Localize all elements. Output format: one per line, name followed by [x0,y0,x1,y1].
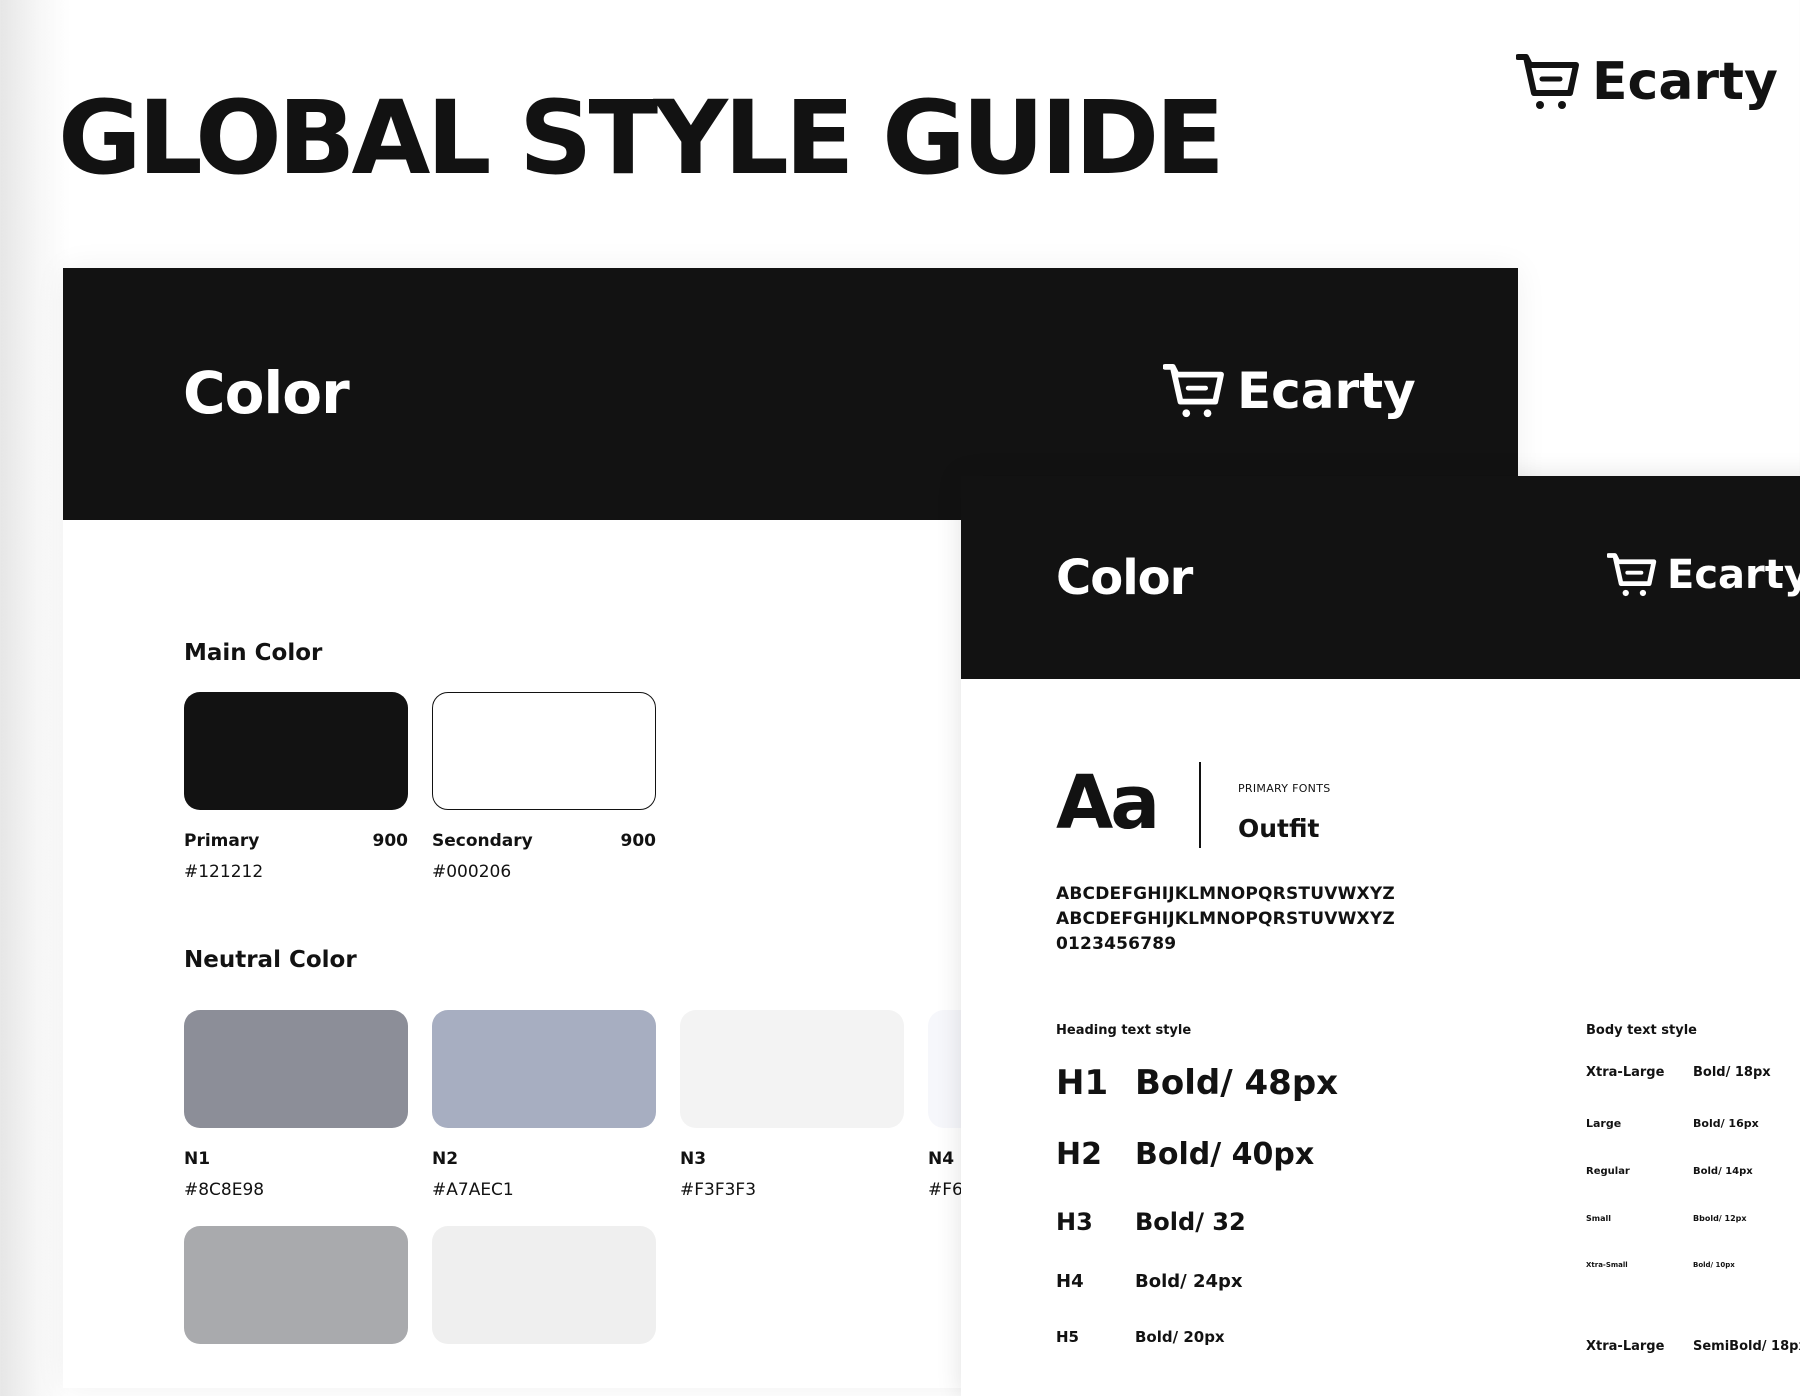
body-style-size: Large [1586,1117,1622,1130]
swatch-secondary-weight: 900 [620,831,657,851]
body-style-size: Small [1586,1214,1611,1223]
swatch-primary-label: Primary [184,831,260,851]
swatch-primary [184,692,408,810]
alphabet-lowercase: ABCDEFGHIJKLMNOPQRSTUVWXYZ [1056,909,1395,929]
font-divider [1199,762,1201,848]
brand-name: Ecarty [1237,362,1416,420]
typography-card: Color Ecarty Aa PRIMARY FONTS Outfit ABC… [961,476,1800,1396]
heading-style-tag: H3 [1056,1208,1093,1236]
primary-font-name: Outfit [1238,814,1320,843]
brand-name: Ecarty [1667,552,1800,598]
typography-card-title: Color [1056,550,1193,606]
swatch-primary-weight: 900 [372,831,409,851]
main-color-heading: Main Color [184,640,323,666]
swatch-n1 [184,1010,408,1128]
typography-card-brand: Ecarty [1607,552,1800,598]
color-card-title: Color [183,359,350,427]
heading-style-tag: H4 [1056,1271,1084,1292]
body-style-desc: Bold/ 16px [1693,1117,1759,1130]
typography-card-header: Color Ecarty [961,476,1800,679]
swatch-n2-label: N2 [432,1149,459,1169]
swatch-n3 [680,1010,904,1128]
swatch-extra-1 [184,1226,408,1344]
swatch-n4-hex: #F6 [928,1180,963,1200]
body-style-size: Xtra-Large [1586,1065,1665,1080]
body-style-size: Regular [1586,1166,1630,1177]
body-style-size: Xtra-Large [1586,1339,1665,1354]
primary-fonts-label: PRIMARY FONTS [1238,782,1331,795]
heading-style-desc: Bold/ 40px [1135,1137,1315,1172]
font-sample: Aa [1056,760,1160,846]
heading-style-desc: Bold/ 24px [1135,1271,1243,1292]
heading-style-tag: H5 [1056,1328,1079,1346]
heading-style-tag: H1 [1056,1063,1109,1103]
swatch-n2-hex: #A7AEC1 [432,1180,514,1200]
body-style-size: Xtra-Small [1586,1261,1628,1269]
neutral-color-heading: Neutral Color [184,947,357,973]
swatch-primary-hex: #121212 [184,862,264,882]
brand-name: Ecarty [1592,52,1778,112]
alphabet-uppercase: ABCDEFGHIJKLMNOPQRSTUVWXYZ [1056,884,1395,904]
swatch-n3-hex: #F3F3F3 [680,1180,757,1200]
heading-style-desc: Bold/ 20px [1135,1328,1225,1346]
body-styles-title: Body text style [1586,1023,1698,1038]
swatch-n2 [432,1010,656,1128]
heading-styles-title: Heading text style [1056,1023,1192,1038]
swatch-secondary [432,692,656,810]
shopping-cart-icon [1607,553,1657,597]
swatch-n4-label: N4 [928,1149,955,1169]
shopping-cart-icon [1163,363,1224,418]
body-style-desc: Bbold/ 12px [1693,1214,1747,1223]
page-title: GLOBAL STYLE GUIDE [58,79,1225,198]
body-style-desc: Bold/ 14px [1693,1166,1753,1177]
swatch-secondary-label: Secondary [432,831,533,851]
swatch-n3-label: N3 [680,1149,707,1169]
body-style-desc: Bold/ 18px [1693,1065,1771,1080]
heading-style-tag: H2 [1056,1137,1102,1172]
body-style-desc: Bold/ 10px [1693,1261,1735,1269]
alphabet-digits: 0123456789 [1056,934,1177,954]
heading-style-desc: Bold/ 48px [1135,1063,1339,1103]
swatch-secondary-hex: #000206 [432,862,512,882]
swatch-extra-2 [432,1226,656,1344]
swatch-n1-hex: #8C8E98 [184,1180,265,1200]
brand-logo: Ecarty [1516,52,1778,112]
body-style-desc: SemiBold/ 18px [1693,1339,1800,1354]
color-card-brand: Ecarty [1163,362,1416,420]
swatch-n1-label: N1 [184,1149,211,1169]
heading-style-desc: Bold/ 32 [1135,1208,1246,1236]
shopping-cart-icon [1516,54,1579,109]
